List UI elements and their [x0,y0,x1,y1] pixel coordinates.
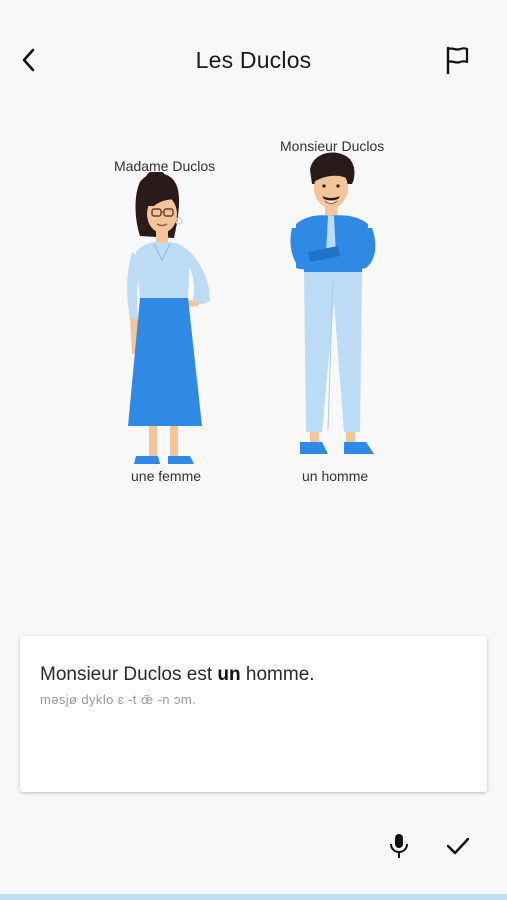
monsieur-caption: un homme [302,468,369,484]
bottom-bar [0,894,507,900]
confirm-button[interactable] [442,830,474,862]
flag-button[interactable] [440,43,474,77]
sentence-card: Monsieur Duclos est un homme. məsjø dykl… [20,636,487,792]
sentence-highlight: un [217,664,241,685]
phonetic-transcription: məsjø dyklo ɛ -t œ̃ -n ɔm. [40,692,197,707]
sentence-part-1: Monsieur Duclos est [40,664,218,685]
microphone-button[interactable] [384,830,414,862]
monsieur-duclos-illustration [290,152,376,454]
madame-duclos-illustration [127,172,210,464]
page-title: Les Duclos [195,47,312,73]
madame-caption: une femme [131,468,202,484]
flag-icon [446,46,469,74]
sentence-text: Monsieur Duclos est un homme. [40,664,315,686]
sentence-part-2: homme. [240,664,315,685]
checkmark-icon [446,837,470,855]
app-header: Les Duclos [0,0,507,120]
microphone-icon [390,834,408,858]
illustration-scene: Madame Duclos Monsieur Duclos une femme … [0,130,507,500]
